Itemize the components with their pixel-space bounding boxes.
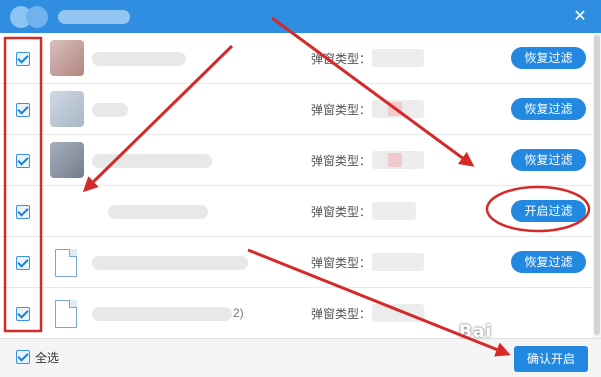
- app-icon: [50, 91, 84, 127]
- restore-filter-button[interactable]: 恢复过滤: [511, 98, 586, 120]
- restore-filter-button[interactable]: 恢复过滤: [511, 251, 586, 273]
- popup-type-value-redacted: [372, 49, 424, 67]
- popup-type-label: 弹窗类型：: [311, 256, 372, 270]
- app-icon: [50, 40, 84, 76]
- enable-filter-button[interactable]: 开启过滤: [511, 200, 586, 222]
- scrollbar-thumb[interactable]: [594, 35, 600, 335]
- popup-type-value-redacted: [372, 304, 424, 322]
- list-item: 弹窗类型： 恢复过滤: [0, 135, 593, 186]
- row-checkbox[interactable]: [16, 52, 30, 66]
- file-icon: [55, 300, 77, 328]
- row-checkbox[interactable]: [16, 307, 30, 321]
- watermark-logo: Bai: [459, 322, 493, 342]
- list-item: 弹窗类型： 恢复过滤: [0, 237, 593, 288]
- close-button[interactable]: ✕: [569, 5, 591, 27]
- popup-type-label: 弹窗类型：: [311, 103, 372, 117]
- popup-type-value-redacted: [372, 253, 424, 271]
- window-title-redacted: [58, 10, 130, 24]
- list-item: 弹窗类型： 恢复过滤: [0, 33, 593, 84]
- popup-list: 弹窗类型： 恢复过滤 弹窗类型： 恢复过滤 弹窗类型： 恢复过滤 弹窗类型： 开…: [0, 33, 601, 339]
- popup-type-label: 弹窗类型：: [311, 307, 372, 321]
- row-checkbox[interactable]: [16, 154, 30, 168]
- item-name-redacted: [92, 256, 248, 270]
- confirm-enable-button[interactable]: 确认开启: [514, 346, 588, 372]
- title-bar: ✕: [0, 0, 601, 33]
- list-item: 弹窗类型： 恢复过滤: [0, 84, 593, 135]
- item-name-redacted: [92, 52, 186, 66]
- item-name-redacted: [92, 103, 128, 117]
- scrollbar[interactable]: [593, 33, 601, 338]
- item-name-redacted: [92, 154, 212, 168]
- popup-type-label: 弹窗类型：: [311, 154, 372, 168]
- item-name-redacted: [92, 307, 232, 321]
- row-checkbox[interactable]: [16, 256, 30, 270]
- app-logo-icon-secondary: [26, 6, 48, 28]
- item-name-visible-suffix: 2): [233, 306, 244, 320]
- item-name-redacted: [108, 205, 208, 219]
- popup-type-label: 弹窗类型：: [311, 205, 372, 219]
- select-all-checkbox[interactable]: [16, 350, 30, 364]
- popup-type-label: 弹窗类型：: [311, 52, 372, 66]
- select-all-label[interactable]: 全选: [35, 349, 59, 366]
- row-checkbox[interactable]: [16, 205, 30, 219]
- row-checkbox[interactable]: [16, 103, 30, 117]
- list-item: 弹窗类型： 开启过滤: [0, 186, 593, 237]
- app-icon: [50, 142, 84, 178]
- popup-type-value-redacted: [372, 100, 424, 118]
- restore-filter-button[interactable]: 恢复过滤: [511, 149, 586, 171]
- popup-type-value-redacted: [372, 202, 416, 220]
- restore-filter-button[interactable]: 恢复过滤: [511, 47, 586, 69]
- popup-type-value-redacted: [372, 151, 424, 169]
- file-icon: [55, 249, 77, 277]
